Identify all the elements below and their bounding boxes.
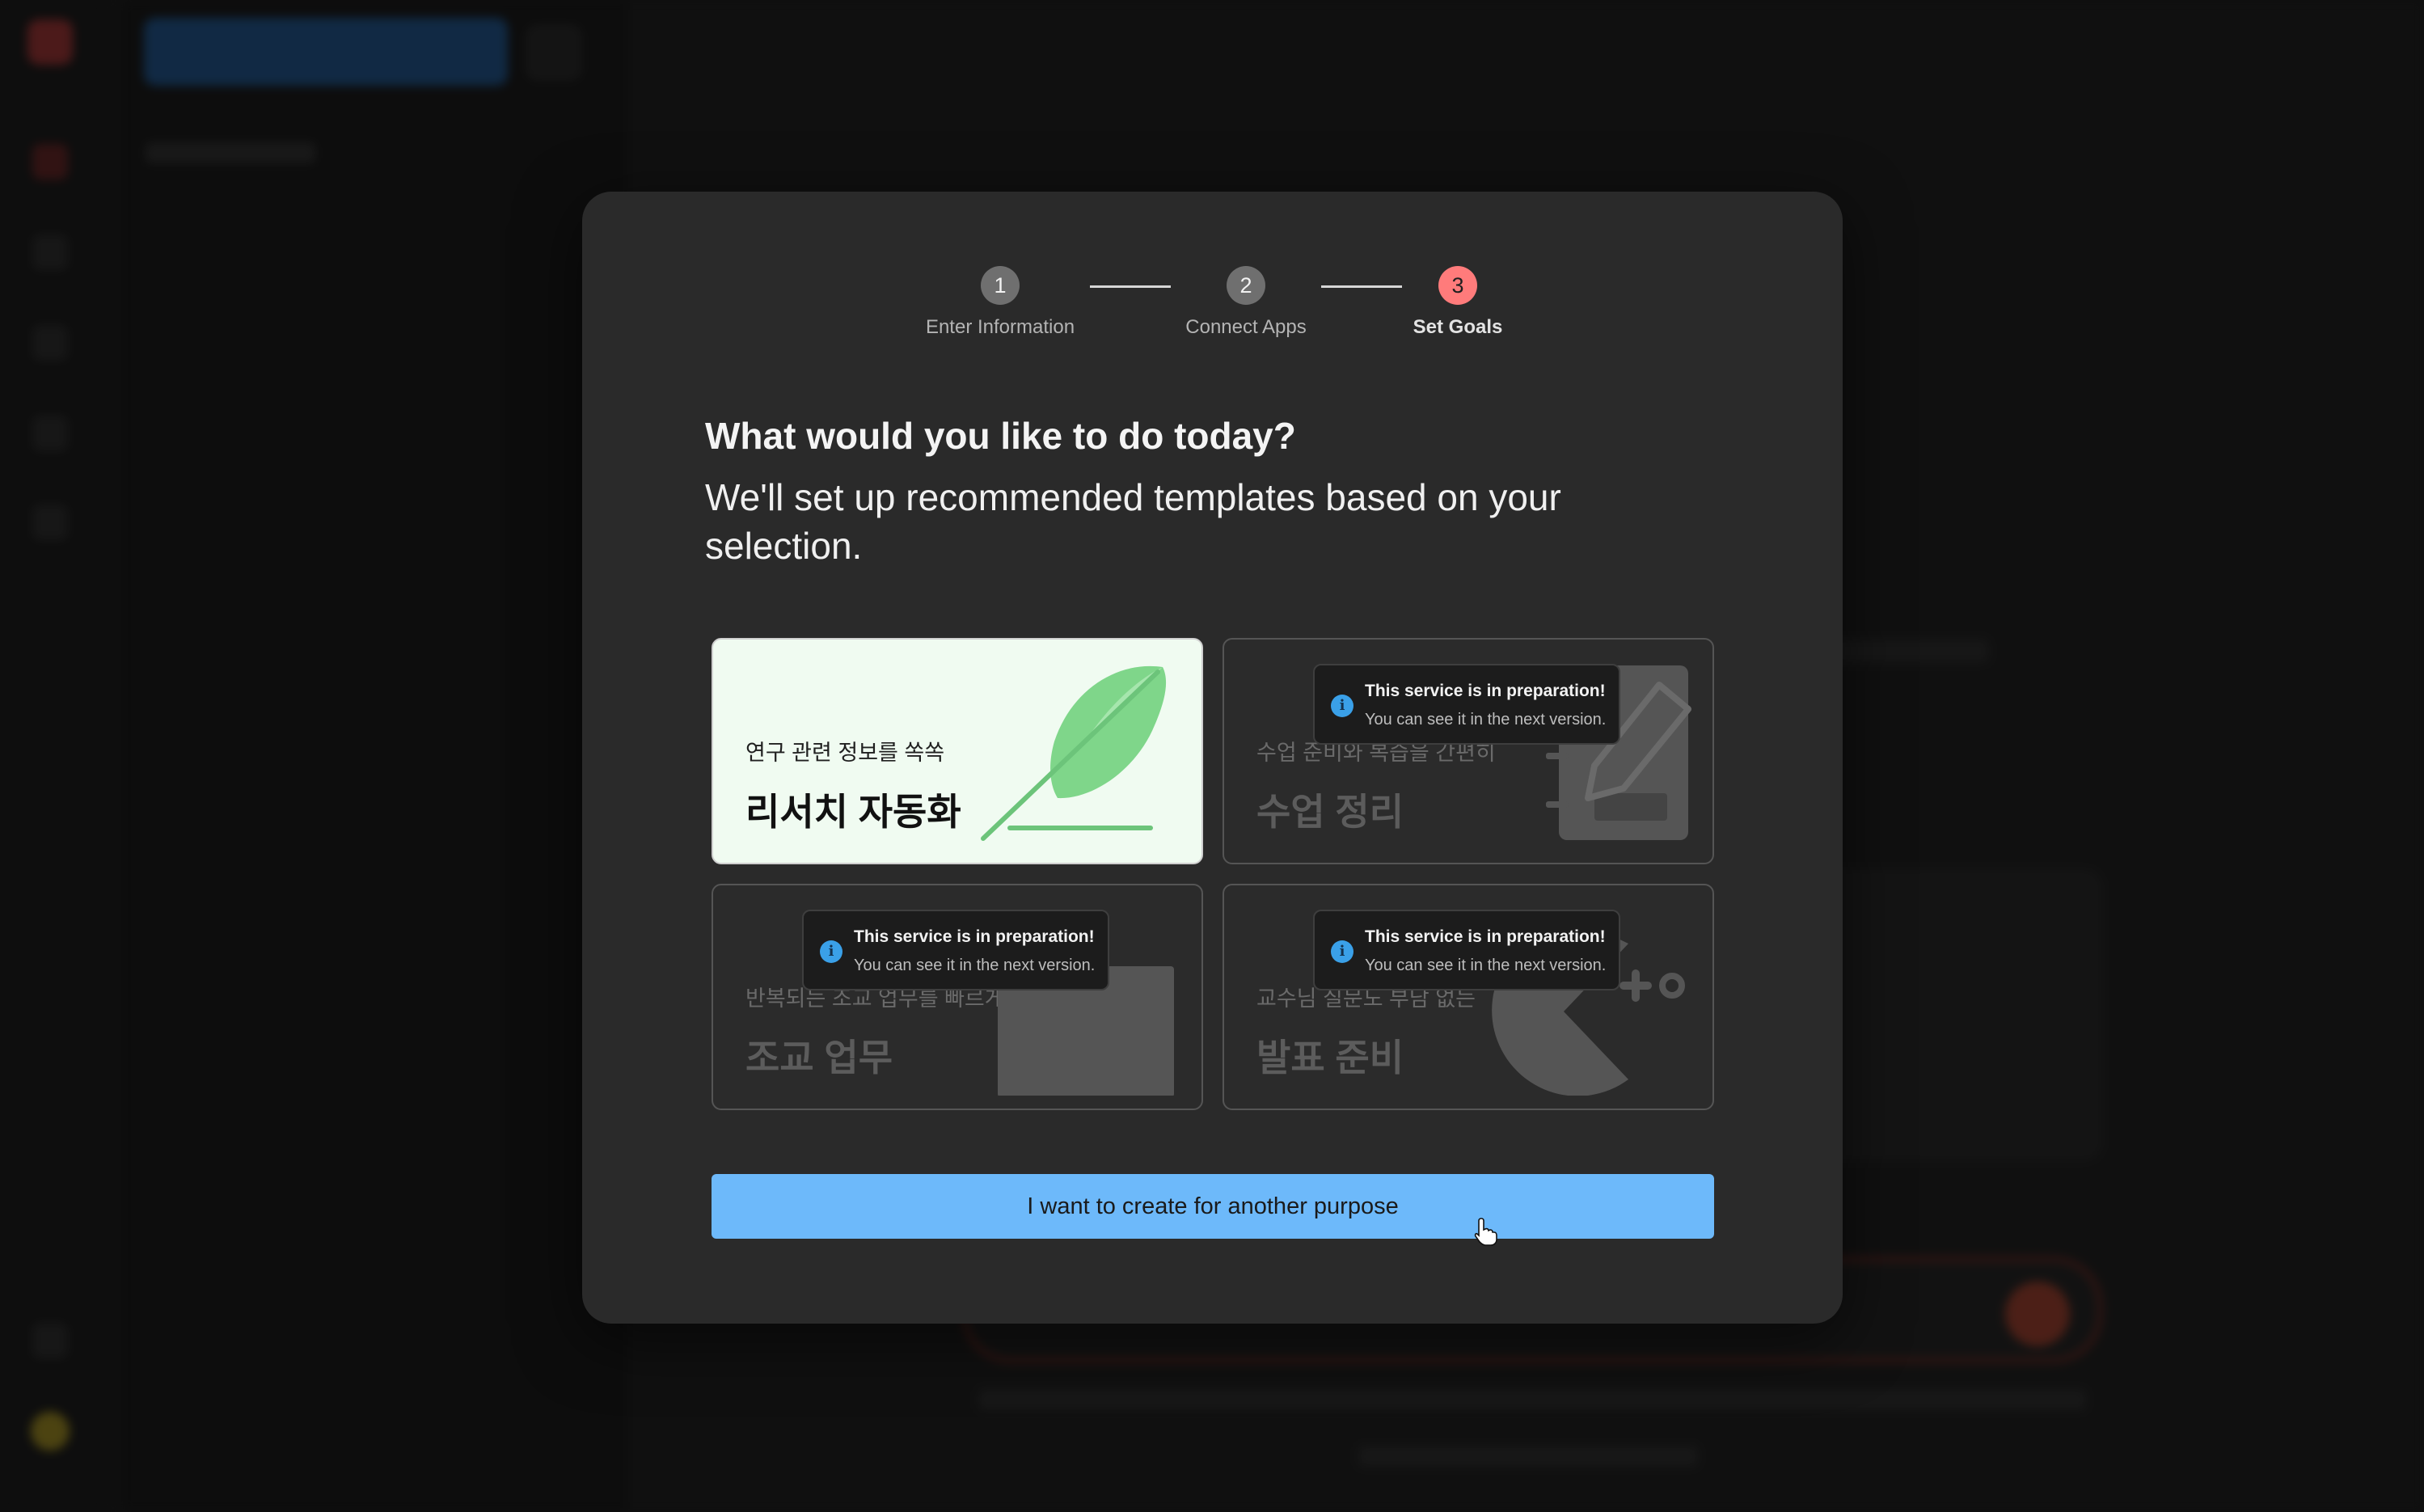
- info-icon: i: [1331, 940, 1353, 963]
- hand-cursor-icon: [1474, 1218, 1497, 1246]
- step-number: 2: [1227, 266, 1265, 305]
- tooltip-text: You can see it in the next version.: [854, 957, 1096, 974]
- onboarding-modal: 1 Enter Information 2 Connect Apps 3 Set…: [582, 192, 1843, 1324]
- tooltip-title: This service is in preparation!: [1365, 927, 1606, 946]
- card-subtitle: 연구 관련 정보를 쏙쏙: [745, 741, 945, 765]
- option-card-class-notes[interactable]: 수업 준비와 복습을 간편히 수업 정리 i This service is i…: [1223, 638, 1714, 864]
- step-number: 1: [981, 266, 1020, 305]
- preparation-tooltip: i This service is in preparation! You ca…: [802, 910, 1109, 990]
- card-title: 리서치 자동화: [745, 791, 961, 833]
- tooltip-text: You can see it in the next version.: [1365, 711, 1607, 729]
- option-card-presentation[interactable]: 교수님 질문도 부담 없는 발표 준비 i This service is in…: [1223, 884, 1714, 1110]
- tooltip-title: This service is in preparation!: [854, 927, 1095, 946]
- card-title: 수업 정리: [1256, 791, 1404, 833]
- step-enter-information: 1 Enter Information: [895, 266, 1105, 339]
- stepper: 1 Enter Information 2 Connect Apps 3 Set…: [582, 266, 1843, 363]
- step-label: Enter Information: [925, 316, 1075, 338]
- tooltip-text: You can see it in the next version.: [1365, 957, 1607, 974]
- option-card-ta-work[interactable]: 반복되는 조교 업무를 빠르게 조교 업무 i This service is …: [712, 884, 1203, 1110]
- feather-pen-icon: [981, 665, 1167, 841]
- step-set-goals: 3 Set Goals: [1353, 266, 1563, 339]
- info-icon: i: [820, 940, 842, 963]
- step-label: Connect Apps: [1185, 316, 1307, 338]
- card-title: 발표 준비: [1256, 1037, 1404, 1079]
- card-title: 조교 업무: [745, 1037, 893, 1079]
- modal-subheading: We'll set up recommended templates based…: [705, 476, 1561, 567]
- info-icon: i: [1331, 695, 1353, 717]
- step-number: 3: [1438, 266, 1477, 305]
- step-label: Set Goals: [1413, 316, 1503, 338]
- other-purpose-button[interactable]: I want to create for another purpose: [712, 1174, 1714, 1239]
- preparation-tooltip: i This service is in preparation! You ca…: [1313, 910, 1620, 990]
- modal-heading: What would you like to do today?: [705, 415, 1296, 457]
- tooltip-title: This service is in preparation!: [1365, 682, 1606, 700]
- step-connect-apps: 2 Connect Apps: [1141, 266, 1351, 339]
- option-card-research[interactable]: 연구 관련 정보를 쏙쏙 리서치 자동화: [712, 638, 1203, 864]
- preparation-tooltip: i This service is in preparation! You ca…: [1313, 664, 1620, 745]
